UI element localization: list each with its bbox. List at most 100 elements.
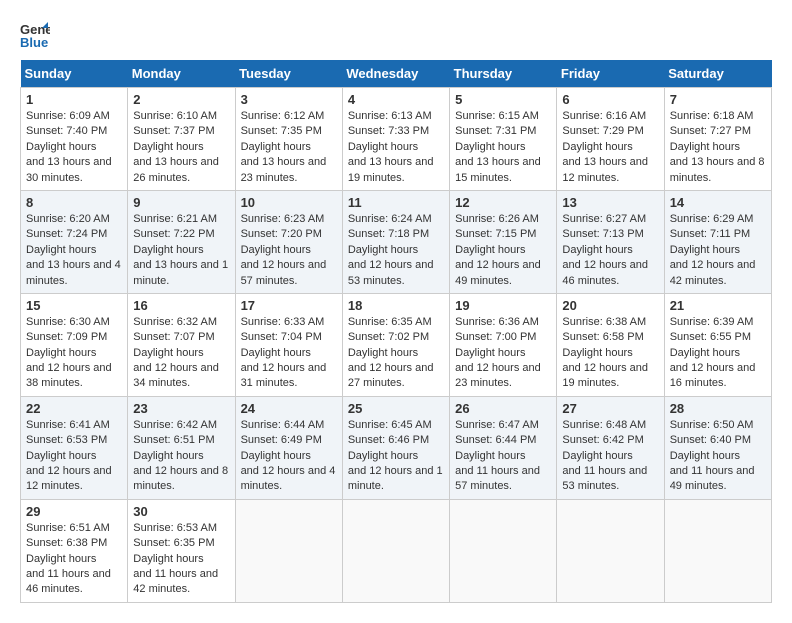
day-number: 14	[670, 195, 766, 210]
day-info: Sunrise: 6:32 AM Sunset: 7:07 PM Dayligh…	[133, 315, 229, 392]
day-number: 23	[133, 401, 229, 416]
day-info: Sunrise: 6:33 AM Sunset: 7:04 PM Dayligh…	[241, 315, 337, 392]
day-number: 21	[670, 298, 766, 313]
calendar-cell: 22 Sunrise: 6:41 AM Sunset: 6:53 PM Dayl…	[21, 396, 128, 499]
col-header-friday: Friday	[557, 60, 664, 88]
week-row: 8 Sunrise: 6:20 AM Sunset: 7:24 PM Dayli…	[21, 190, 772, 293]
day-info: Sunrise: 6:39 AM Sunset: 6:55 PM Dayligh…	[670, 315, 766, 392]
day-info: Sunrise: 6:13 AM Sunset: 7:33 PM Dayligh…	[348, 109, 444, 186]
week-row: 22 Sunrise: 6:41 AM Sunset: 6:53 PM Dayl…	[21, 396, 772, 499]
calendar-cell: 5 Sunrise: 6:15 AM Sunset: 7:31 PM Dayli…	[450, 88, 557, 191]
calendar-cell	[557, 499, 664, 602]
day-number: 30	[133, 504, 229, 519]
calendar-cell: 9 Sunrise: 6:21 AM Sunset: 7:22 PM Dayli…	[128, 190, 235, 293]
calendar-cell: 25 Sunrise: 6:45 AM Sunset: 6:46 PM Dayl…	[342, 396, 449, 499]
day-number: 2	[133, 92, 229, 107]
day-info: Sunrise: 6:26 AM Sunset: 7:15 PM Dayligh…	[455, 212, 551, 289]
calendar-cell: 10 Sunrise: 6:23 AM Sunset: 7:20 PM Dayl…	[235, 190, 342, 293]
day-number: 26	[455, 401, 551, 416]
day-number: 10	[241, 195, 337, 210]
calendar-cell: 26 Sunrise: 6:47 AM Sunset: 6:44 PM Dayl…	[450, 396, 557, 499]
day-number: 19	[455, 298, 551, 313]
day-info: Sunrise: 6:15 AM Sunset: 7:31 PM Dayligh…	[455, 109, 551, 186]
calendar-cell: 20 Sunrise: 6:38 AM Sunset: 6:58 PM Dayl…	[557, 293, 664, 396]
day-info: Sunrise: 6:51 AM Sunset: 6:38 PM Dayligh…	[26, 521, 122, 598]
day-info: Sunrise: 6:16 AM Sunset: 7:29 PM Dayligh…	[562, 109, 658, 186]
day-info: Sunrise: 6:09 AM Sunset: 7:40 PM Dayligh…	[26, 109, 122, 186]
day-info: Sunrise: 6:41 AM Sunset: 6:53 PM Dayligh…	[26, 418, 122, 495]
day-number: 7	[670, 92, 766, 107]
day-info: Sunrise: 6:36 AM Sunset: 7:00 PM Dayligh…	[455, 315, 551, 392]
day-number: 16	[133, 298, 229, 313]
day-number: 8	[26, 195, 122, 210]
day-number: 22	[26, 401, 122, 416]
day-info: Sunrise: 6:48 AM Sunset: 6:42 PM Dayligh…	[562, 418, 658, 495]
calendar-cell: 3 Sunrise: 6:12 AM Sunset: 7:35 PM Dayli…	[235, 88, 342, 191]
day-info: Sunrise: 6:29 AM Sunset: 7:11 PM Dayligh…	[670, 212, 766, 289]
day-info: Sunrise: 6:24 AM Sunset: 7:18 PM Dayligh…	[348, 212, 444, 289]
day-number: 28	[670, 401, 766, 416]
calendar-cell	[450, 499, 557, 602]
calendar-cell: 4 Sunrise: 6:13 AM Sunset: 7:33 PM Dayli…	[342, 88, 449, 191]
calendar-cell: 14 Sunrise: 6:29 AM Sunset: 7:11 PM Dayl…	[664, 190, 771, 293]
calendar-cell: 7 Sunrise: 6:18 AM Sunset: 7:27 PM Dayli…	[664, 88, 771, 191]
col-header-thursday: Thursday	[450, 60, 557, 88]
day-info: Sunrise: 6:50 AM Sunset: 6:40 PM Dayligh…	[670, 418, 766, 495]
col-header-tuesday: Tuesday	[235, 60, 342, 88]
day-number: 6	[562, 92, 658, 107]
day-number: 9	[133, 195, 229, 210]
calendar-cell: 17 Sunrise: 6:33 AM Sunset: 7:04 PM Dayl…	[235, 293, 342, 396]
calendar-cell: 30 Sunrise: 6:53 AM Sunset: 6:35 PM Dayl…	[128, 499, 235, 602]
week-row: 15 Sunrise: 6:30 AM Sunset: 7:09 PM Dayl…	[21, 293, 772, 396]
col-header-monday: Monday	[128, 60, 235, 88]
day-number: 3	[241, 92, 337, 107]
day-number: 20	[562, 298, 658, 313]
day-info: Sunrise: 6:42 AM Sunset: 6:51 PM Dayligh…	[133, 418, 229, 495]
calendar-cell: 23 Sunrise: 6:42 AM Sunset: 6:51 PM Dayl…	[128, 396, 235, 499]
day-info: Sunrise: 6:45 AM Sunset: 6:46 PM Dayligh…	[348, 418, 444, 495]
day-info: Sunrise: 6:30 AM Sunset: 7:09 PM Dayligh…	[26, 315, 122, 392]
day-number: 27	[562, 401, 658, 416]
header-row: SundayMondayTuesdayWednesdayThursdayFrid…	[21, 60, 772, 88]
col-header-sunday: Sunday	[21, 60, 128, 88]
logo: General Blue	[20, 20, 54, 50]
day-info: Sunrise: 6:53 AM Sunset: 6:35 PM Dayligh…	[133, 521, 229, 598]
calendar-cell: 21 Sunrise: 6:39 AM Sunset: 6:55 PM Dayl…	[664, 293, 771, 396]
day-number: 1	[26, 92, 122, 107]
day-number: 4	[348, 92, 444, 107]
week-row: 1 Sunrise: 6:09 AM Sunset: 7:40 PM Dayli…	[21, 88, 772, 191]
day-number: 11	[348, 195, 444, 210]
calendar-cell: 1 Sunrise: 6:09 AM Sunset: 7:40 PM Dayli…	[21, 88, 128, 191]
calendar-cell: 24 Sunrise: 6:44 AM Sunset: 6:49 PM Dayl…	[235, 396, 342, 499]
day-info: Sunrise: 6:12 AM Sunset: 7:35 PM Dayligh…	[241, 109, 337, 186]
calendar-cell: 18 Sunrise: 6:35 AM Sunset: 7:02 PM Dayl…	[342, 293, 449, 396]
calendar-cell: 19 Sunrise: 6:36 AM Sunset: 7:00 PM Dayl…	[450, 293, 557, 396]
calendar-table: SundayMondayTuesdayWednesdayThursdayFrid…	[20, 60, 772, 603]
logo-icon: General Blue	[20, 20, 50, 50]
calendar-cell: 6 Sunrise: 6:16 AM Sunset: 7:29 PM Dayli…	[557, 88, 664, 191]
day-number: 12	[455, 195, 551, 210]
day-info: Sunrise: 6:20 AM Sunset: 7:24 PM Dayligh…	[26, 212, 122, 289]
day-info: Sunrise: 6:35 AM Sunset: 7:02 PM Dayligh…	[348, 315, 444, 392]
calendar-cell: 27 Sunrise: 6:48 AM Sunset: 6:42 PM Dayl…	[557, 396, 664, 499]
day-info: Sunrise: 6:21 AM Sunset: 7:22 PM Dayligh…	[133, 212, 229, 289]
day-info: Sunrise: 6:27 AM Sunset: 7:13 PM Dayligh…	[562, 212, 658, 289]
day-info: Sunrise: 6:47 AM Sunset: 6:44 PM Dayligh…	[455, 418, 551, 495]
day-info: Sunrise: 6:23 AM Sunset: 7:20 PM Dayligh…	[241, 212, 337, 289]
week-row: 29 Sunrise: 6:51 AM Sunset: 6:38 PM Dayl…	[21, 499, 772, 602]
day-info: Sunrise: 6:44 AM Sunset: 6:49 PM Dayligh…	[241, 418, 337, 495]
col-header-wednesday: Wednesday	[342, 60, 449, 88]
calendar-cell: 12 Sunrise: 6:26 AM Sunset: 7:15 PM Dayl…	[450, 190, 557, 293]
col-header-saturday: Saturday	[664, 60, 771, 88]
calendar-cell: 28 Sunrise: 6:50 AM Sunset: 6:40 PM Dayl…	[664, 396, 771, 499]
day-number: 24	[241, 401, 337, 416]
day-number: 18	[348, 298, 444, 313]
calendar-cell: 15 Sunrise: 6:30 AM Sunset: 7:09 PM Dayl…	[21, 293, 128, 396]
calendar-cell: 13 Sunrise: 6:27 AM Sunset: 7:13 PM Dayl…	[557, 190, 664, 293]
calendar-cell: 29 Sunrise: 6:51 AM Sunset: 6:38 PM Dayl…	[21, 499, 128, 602]
calendar-cell: 16 Sunrise: 6:32 AM Sunset: 7:07 PM Dayl…	[128, 293, 235, 396]
calendar-cell	[235, 499, 342, 602]
svg-text:Blue: Blue	[20, 35, 48, 50]
calendar-cell	[664, 499, 771, 602]
calendar-cell: 8 Sunrise: 6:20 AM Sunset: 7:24 PM Dayli…	[21, 190, 128, 293]
